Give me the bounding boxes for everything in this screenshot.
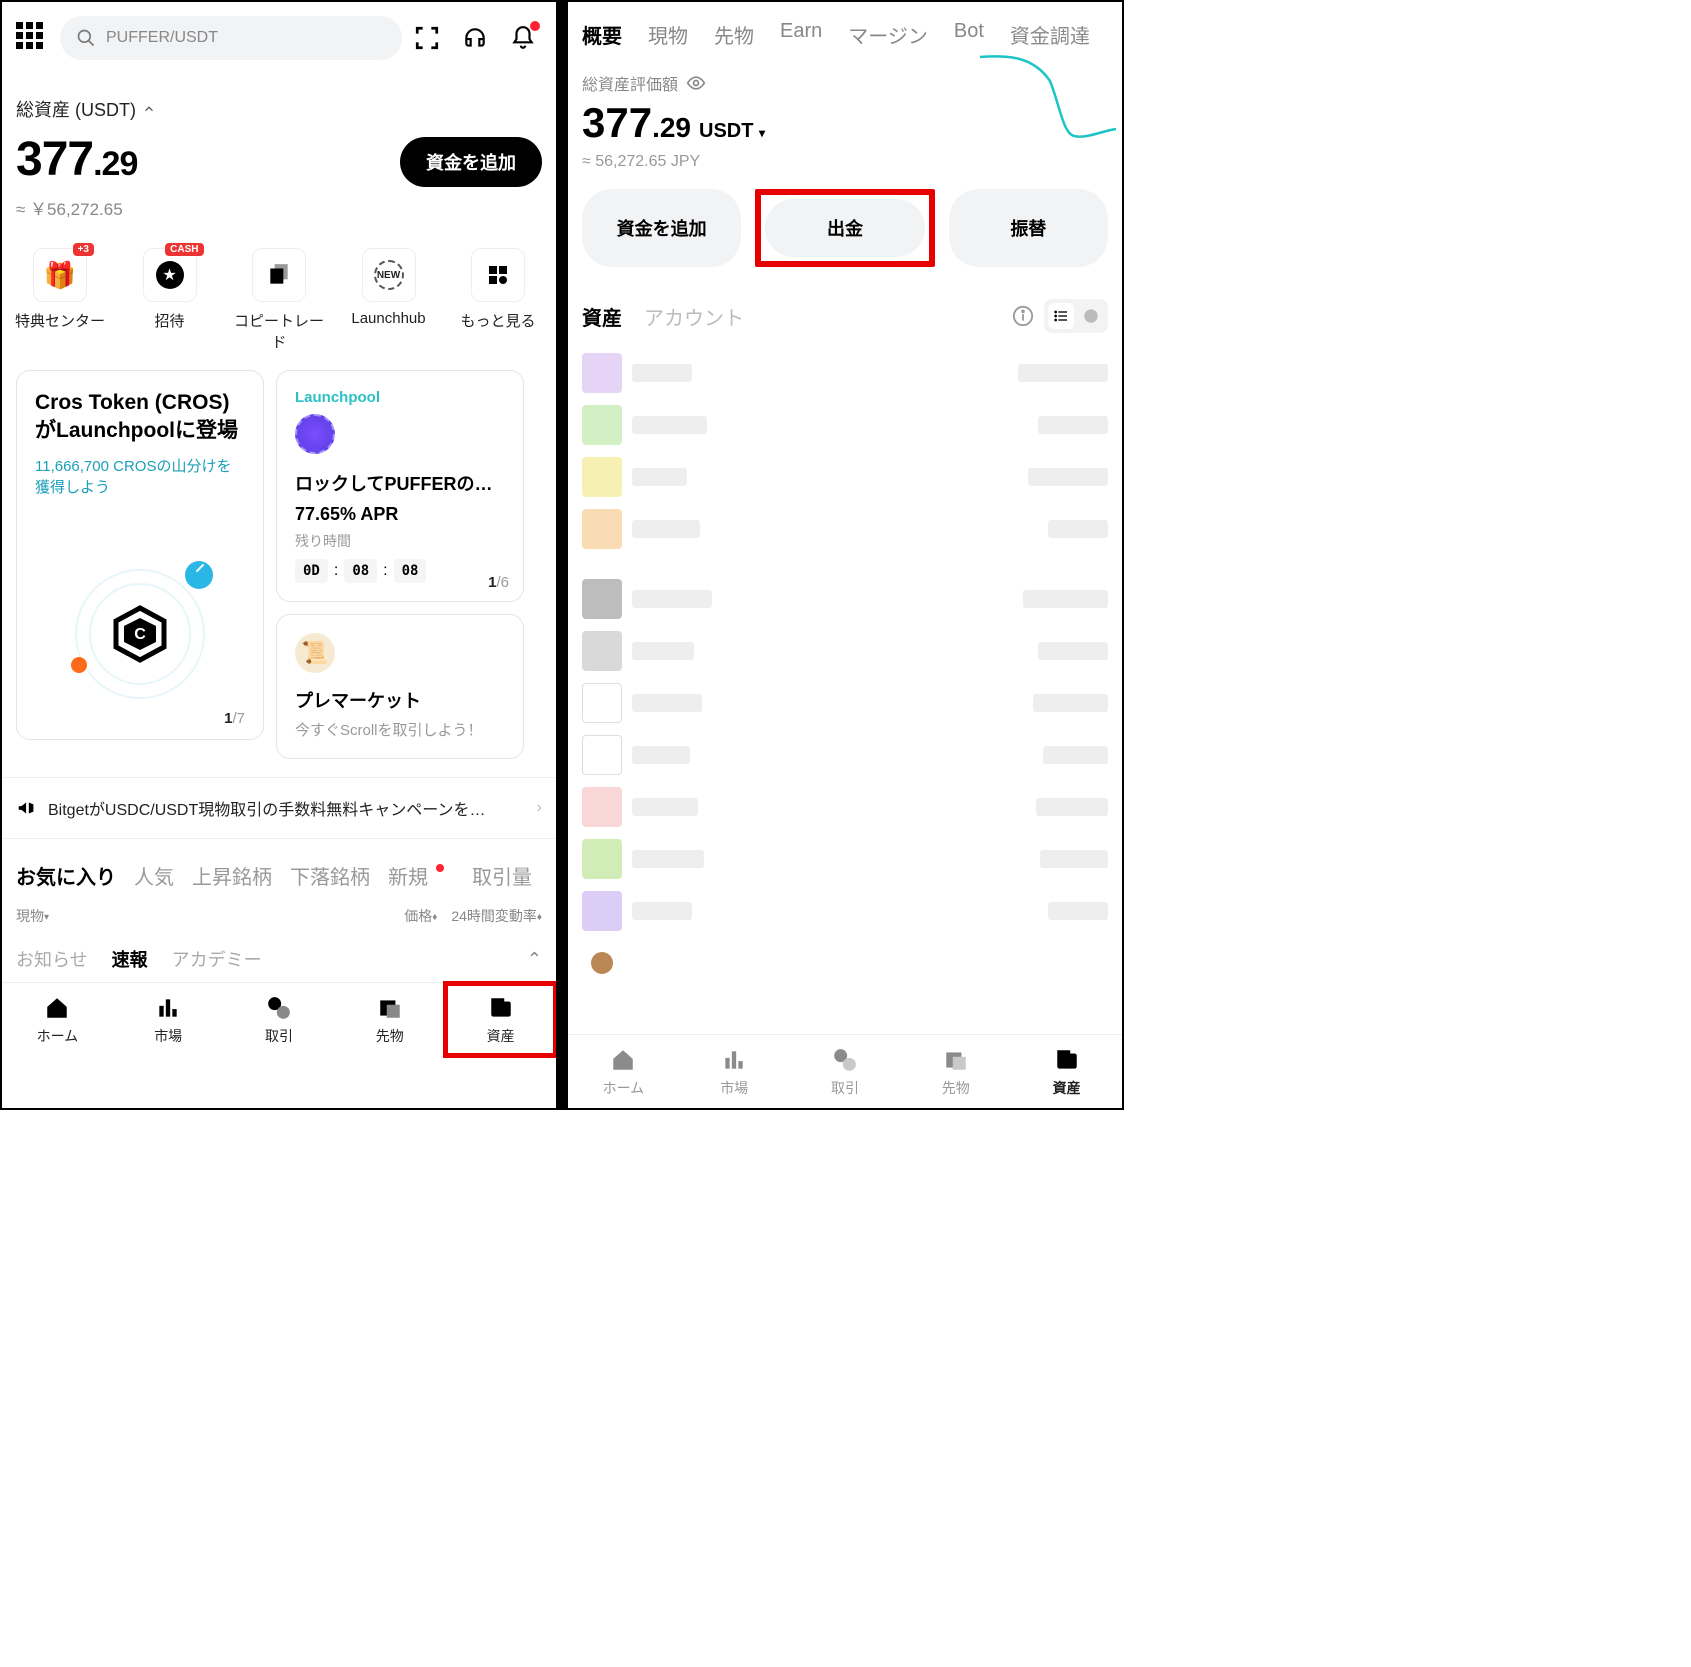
total-assets-label[interactable]: 総資産 (USDT) bbox=[16, 96, 542, 122]
nav-market-r[interactable]: 市場 bbox=[679, 1035, 790, 1108]
rtab-earn[interactable]: Earn bbox=[780, 20, 822, 49]
quick-invite[interactable]: ★CASH招待 bbox=[120, 248, 220, 352]
notification-dot bbox=[530, 21, 540, 31]
col-price[interactable]: 価格♦ bbox=[404, 906, 437, 926]
eye-icon[interactable] bbox=[686, 73, 706, 93]
asset-row[interactable] bbox=[582, 833, 1108, 885]
subtab-account[interactable]: アカウント bbox=[644, 302, 744, 331]
asset-row[interactable] bbox=[582, 677, 1108, 729]
announcement-bar[interactable]: BitgetがUSDC/USDT現物取引の手数料無料キャンペーンを… › bbox=[2, 777, 556, 839]
rtab-bot[interactable]: Bot bbox=[954, 20, 984, 49]
rtab-spot[interactable]: 現物 bbox=[648, 20, 688, 49]
launchpool-icon bbox=[295, 414, 335, 454]
tab-volume[interactable]: 取引量 bbox=[472, 861, 532, 890]
rtab-funding[interactable]: 資金調達 bbox=[1010, 20, 1090, 49]
rtab-overview[interactable]: 概要 bbox=[582, 20, 622, 49]
countdown: 0D:08:08 bbox=[295, 559, 505, 583]
asset-row[interactable] bbox=[582, 781, 1108, 833]
nav-trade[interactable]: 取引 bbox=[224, 983, 335, 1056]
r-unit[interactable]: USDT ▾ bbox=[699, 120, 765, 143]
scroll-icon: 📜 bbox=[295, 633, 335, 673]
launchpool-card[interactable]: Launchpool ロックしてPUFFERのエア… 77.65% APR 残り… bbox=[276, 370, 524, 602]
scan-icon[interactable] bbox=[414, 25, 440, 51]
promo-pager: 1/7 bbox=[224, 710, 245, 727]
col-category[interactable]: 現物▾ bbox=[16, 906, 404, 926]
search-icon bbox=[76, 28, 96, 48]
quick-rewards[interactable]: 🎁+3特典センター bbox=[10, 248, 110, 352]
bottom-nav-left: ホーム 市場 取引 先物 資産 bbox=[2, 982, 556, 1056]
nav-futures-r[interactable]: 先物 bbox=[900, 1035, 1011, 1108]
tab-new[interactable]: 新規 bbox=[388, 861, 428, 890]
nav-assets-r[interactable]: 資産 bbox=[1011, 1035, 1122, 1108]
new-dot bbox=[436, 864, 444, 872]
support-icon[interactable] bbox=[462, 25, 488, 51]
nav-home-r[interactable]: ホーム bbox=[568, 1035, 679, 1108]
premarket-card[interactable]: 📜 プレマーケット 今すぐScrollを取引しよう！ bbox=[276, 614, 524, 759]
quick-more[interactable]: もっと見る bbox=[448, 248, 548, 352]
r-total-amount: 377.29 bbox=[582, 99, 691, 147]
pie-view-icon[interactable] bbox=[1078, 303, 1104, 329]
tab-popular[interactable]: 人気 bbox=[134, 861, 174, 890]
total-amount: 377.29 bbox=[16, 132, 137, 187]
collapse-icon[interactable]: ⌃ bbox=[527, 949, 542, 970]
nav-home[interactable]: ホーム bbox=[2, 983, 113, 1056]
tab-gainers[interactable]: 上昇銘柄 bbox=[192, 861, 272, 890]
asset-row[interactable] bbox=[582, 503, 1108, 555]
action-transfer[interactable]: 振替 bbox=[949, 189, 1108, 267]
asset-row[interactable] bbox=[582, 347, 1108, 399]
approx-jpy: ≈ ￥56,272.65 bbox=[16, 195, 542, 220]
chevron-right-icon: › bbox=[537, 799, 542, 817]
bottom-nav-right: ホーム 市場 取引 先物 資産 bbox=[568, 1034, 1122, 1108]
list-view-icon[interactable] bbox=[1048, 303, 1074, 329]
nav-assets[interactable]: 資産 bbox=[445, 983, 556, 1056]
view-toggle[interactable] bbox=[1044, 299, 1108, 333]
asset-row[interactable] bbox=[582, 451, 1108, 503]
nav-market[interactable]: 市場 bbox=[113, 983, 224, 1056]
rtab-futures[interactable]: 先物 bbox=[714, 20, 754, 49]
megaphone-icon bbox=[16, 797, 38, 819]
bell-icon[interactable] bbox=[510, 25, 536, 51]
news-tab-flash[interactable]: 速報 bbox=[112, 946, 148, 972]
asset-row[interactable] bbox=[582, 885, 1108, 937]
search-input[interactable]: PUFFER/USDT bbox=[60, 16, 402, 60]
apps-grid-icon[interactable] bbox=[16, 22, 48, 54]
quick-copytrade[interactable]: コピートレード bbox=[229, 248, 329, 352]
asset-list bbox=[568, 341, 1122, 995]
sparkline-chart bbox=[978, 51, 1118, 151]
nav-trade-r[interactable]: 取引 bbox=[790, 1035, 901, 1108]
nav-futures[interactable]: 先物 bbox=[334, 983, 445, 1056]
launchpool-pager: 1/6 bbox=[488, 574, 509, 591]
rtab-margin[interactable]: マージン bbox=[848, 20, 928, 49]
tab-favorites[interactable]: お気に入り bbox=[16, 861, 116, 890]
promo-card-cros[interactable]: Cros Token (CROS)がLaunchpoolに登場 11,666,7… bbox=[16, 370, 264, 740]
col-change[interactable]: 24時間変動率♦ bbox=[451, 906, 542, 926]
asset-row[interactable] bbox=[582, 729, 1108, 781]
asset-row[interactable] bbox=[582, 625, 1108, 677]
tab-losers[interactable]: 下落銘柄 bbox=[290, 861, 370, 890]
action-add-funds[interactable]: 資金を追加 bbox=[582, 189, 741, 267]
info-icon[interactable] bbox=[1012, 305, 1034, 327]
search-placeholder: PUFFER/USDT bbox=[106, 29, 218, 47]
promo-graphic: C bbox=[75, 569, 205, 699]
add-funds-button[interactable]: 資金を追加 bbox=[400, 137, 542, 187]
r-approx-jpy: ≈ 56,272.65 JPY bbox=[568, 147, 1122, 185]
asset-row[interactable] bbox=[582, 399, 1108, 451]
asset-row[interactable] bbox=[582, 573, 1108, 625]
subtab-assets[interactable]: 資産 bbox=[582, 302, 622, 331]
news-tab-academy[interactable]: アカデミー bbox=[172, 946, 262, 972]
svg-text:C: C bbox=[134, 626, 146, 643]
news-tab-notice[interactable]: お知らせ bbox=[16, 946, 88, 972]
asset-row[interactable] bbox=[582, 937, 1108, 989]
chevron-up-icon bbox=[142, 102, 156, 116]
action-withdraw[interactable]: 出金 bbox=[765, 199, 924, 257]
quick-launchhub[interactable]: NEWLaunchhub bbox=[339, 248, 439, 352]
